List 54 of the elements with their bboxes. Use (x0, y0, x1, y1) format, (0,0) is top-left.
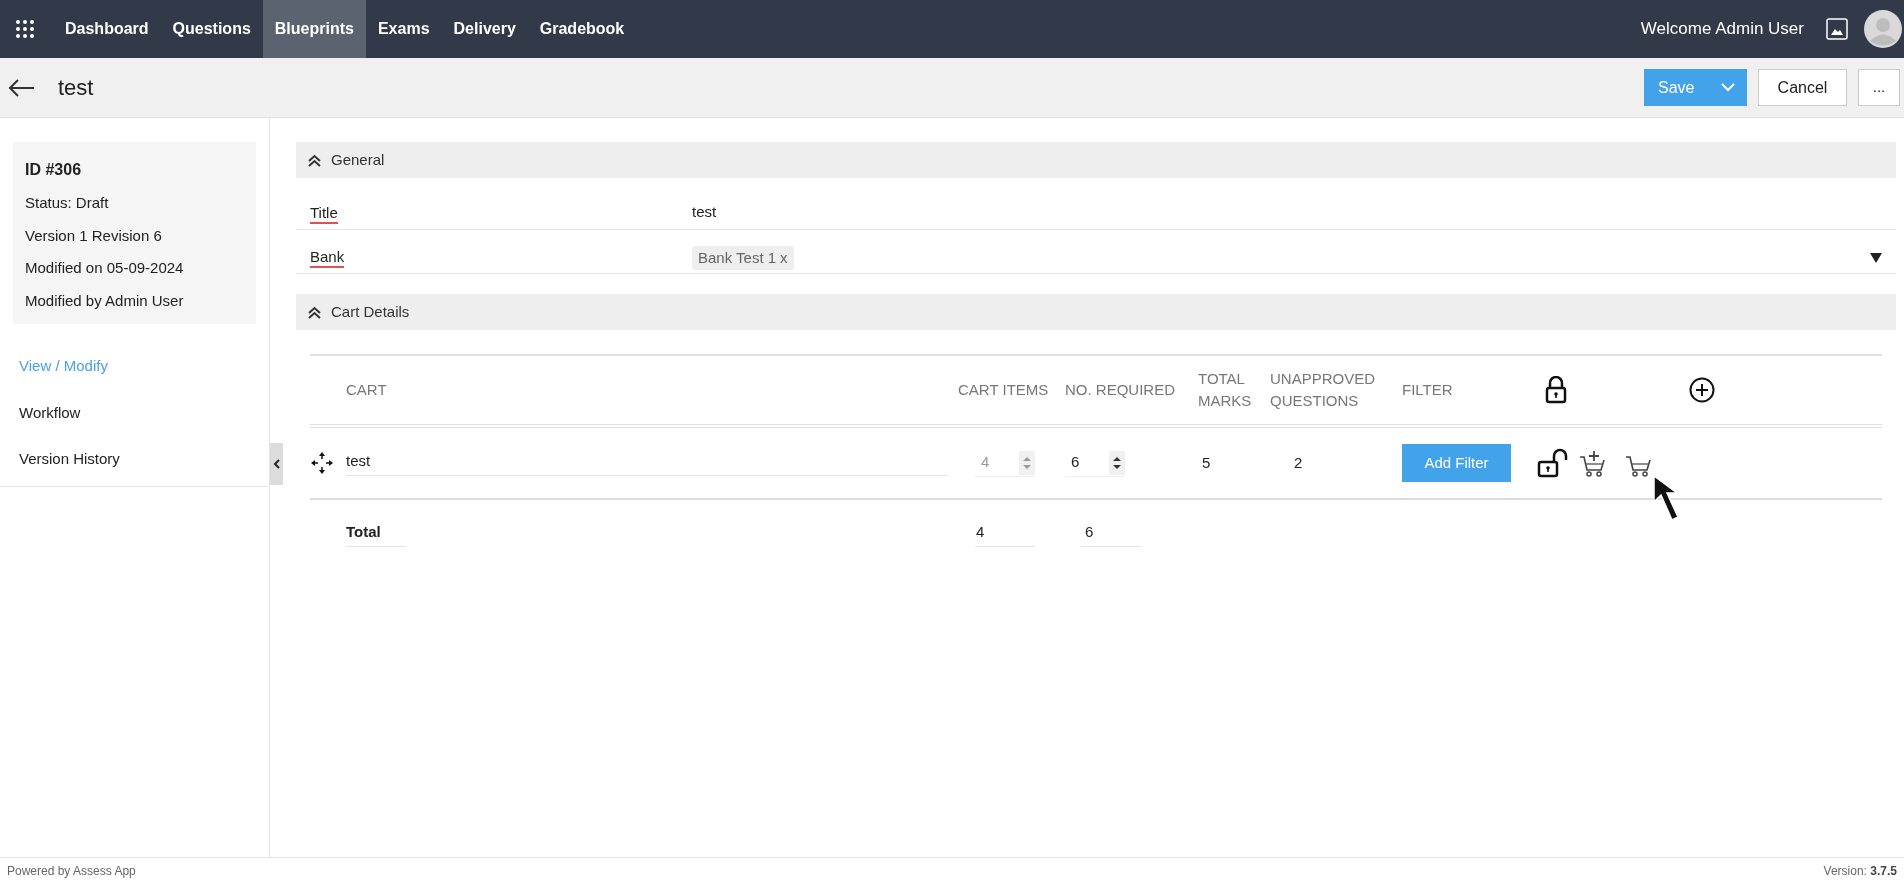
chevron-down-icon[interactable] (1721, 83, 1735, 92)
info-line: Modified by Admin User (25, 290, 185, 311)
double-chevron-up-icon[interactable] (308, 305, 321, 319)
move-handle-icon[interactable] (310, 451, 334, 475)
sidebar-item[interactable]: Version History (19, 448, 120, 471)
column-header: NO. REQUIRED (1065, 380, 1176, 400)
cancel-button[interactable]: Cancel (1758, 69, 1847, 106)
blueprint-id: ID #306 (25, 160, 83, 180)
avatar-icon[interactable] (1864, 10, 1902, 48)
powered-by-text: Powered by Assess App (7, 863, 136, 880)
double-chevron-up-icon[interactable] (308, 153, 321, 167)
title-field[interactable]: test (692, 200, 1896, 229)
info-line: Version 1 Revision 6 (25, 225, 163, 246)
welcome-text: Welcome Admin User (1640, 18, 1804, 41)
bank-tag: Bank Test 1 x (692, 245, 794, 270)
field-label: Bank (310, 247, 345, 268)
nav-tab[interactable]: Questions (160, 0, 263, 58)
column-header: UNAPPROVED QUESTIONS (1270, 369, 1377, 411)
unlock-icon[interactable] (1537, 448, 1569, 478)
remove-tag[interactable]: x (780, 246, 788, 269)
more-button[interactable]: ... (1858, 69, 1900, 106)
back-arrow-icon[interactable] (9, 78, 35, 97)
column-header: CART (346, 380, 388, 400)
add-circle-icon[interactable] (1689, 377, 1715, 403)
total-marks: 5 (1202, 454, 1211, 471)
cart-plus-icon[interactable] (1579, 450, 1607, 478)
image-icon[interactable] (1826, 18, 1848, 40)
nav-tab[interactable]: Exams (365, 0, 442, 58)
nav-tab[interactable]: Delivery (441, 0, 528, 58)
field-label: Title (310, 203, 338, 224)
apps-grid-icon[interactable] (15, 19, 35, 39)
cart-name-field[interactable]: test (346, 449, 948, 477)
page-title: test (58, 74, 94, 102)
section-header[interactable]: General (296, 142, 1896, 178)
nav-tab[interactable]: Gradebook (527, 0, 637, 58)
column-header: CART ITEMS (958, 380, 1050, 400)
info-line: Status: Draft (25, 193, 110, 213)
bank-select[interactable]: Bank Test 1 x (692, 245, 1896, 273)
unapproved-count: 2 (1294, 454, 1303, 471)
nav-tab[interactable]: Blueprints (262, 0, 366, 58)
sidebar-item[interactable]: Workflow (19, 401, 81, 424)
section-header[interactable]: Cart Details (296, 294, 1896, 330)
collapse-handle[interactable] (270, 443, 283, 485)
dropdown-triangle-icon[interactable] (1870, 252, 1882, 263)
total-label: Total (346, 520, 406, 548)
nav-tab[interactable]: Dashboard (53, 0, 161, 58)
total-required: 6 (1081, 520, 1141, 548)
info-line: Modified on 05-09-2024 (25, 258, 185, 278)
lock-icon[interactable] (1545, 376, 1567, 404)
spinner-icon[interactable] (1109, 450, 1125, 475)
total-cart-items: 4 (975, 520, 1035, 548)
column-header: FILTER (1402, 380, 1454, 400)
number-field[interactable]: 6 (1065, 449, 1125, 477)
version-text: Version: 3.7.5 (1823, 863, 1897, 880)
